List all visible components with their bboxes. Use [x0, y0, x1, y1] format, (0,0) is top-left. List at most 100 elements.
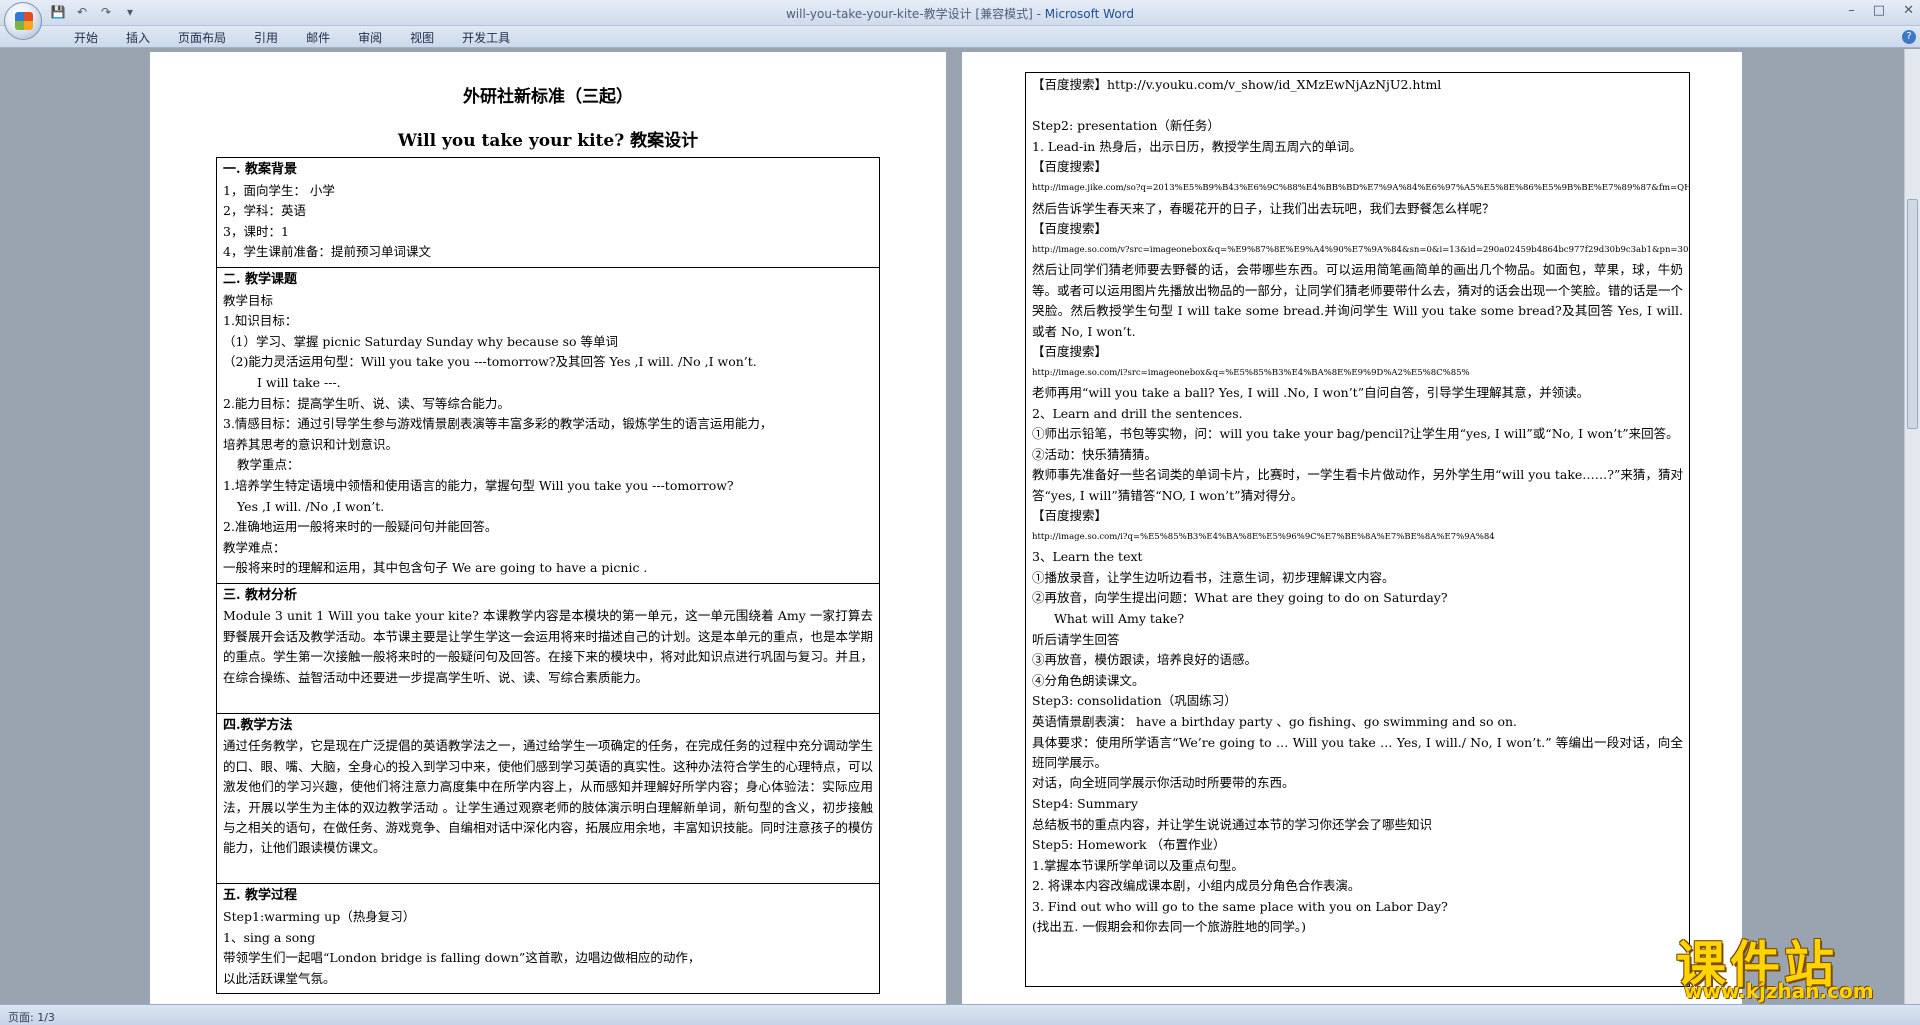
ribbon-tab[interactable]: 页面布局	[164, 29, 240, 46]
section-heading: 二. 教学课题	[223, 271, 298, 287]
text-line: 【百度搜索】http://v.youku.com/v_show/id_XMzEw…	[1032, 77, 1442, 92]
vertical-scrollbar[interactable]	[1904, 49, 1920, 1004]
ribbon-tab[interactable]: 插入	[112, 29, 164, 46]
text-line: ②活动：快乐猜猜猜。	[1032, 446, 1158, 462]
office-logo-icon	[15, 12, 33, 30]
paragraph: 通过任务教学，它是现在广泛提倡的英语教学法之一，通过给学生一项确定的任务，在完成…	[223, 738, 874, 856]
text-line: 【百度搜索】	[1032, 159, 1108, 175]
section-topic: 二. 教学课题 教学目标 1.知识目标： （1）学习、掌握 picnic Saturd…	[217, 268, 879, 584]
close-button[interactable]: ✕	[1903, 3, 1914, 18]
page-title: 外研社新标准（三起）	[463, 87, 633, 107]
ribbon-tabs: 开始 插入 页面布局 引用 邮件 审阅 视图 开发工具	[0, 26, 1920, 48]
text-line: 1.培养学生特定语境中领悟和使用语言的能力，掌握句型 Will you take…	[223, 477, 734, 493]
section-material-analysis: 三. 教材分析 Module 3 unit 1 Will you take yo…	[217, 584, 879, 714]
ribbon-tab[interactable]: 邮件	[292, 29, 344, 46]
text-line: 然后告诉学生春天来了，春暖花开的日子，让我们出去玩吧，我们去野餐怎么样呢？	[1032, 200, 1495, 216]
ribbon-tab[interactable]: 审阅	[344, 29, 396, 46]
text-line: 4，学生课前准备：提前预习单词课文	[223, 244, 431, 260]
text-line: 2，学科：英语	[223, 203, 306, 219]
page-subtitle: Will you take your kite? 教案设计	[397, 131, 699, 151]
text-line: （1）学习、掌握 picnic Saturday Sunday why beca…	[223, 333, 619, 349]
text-line: 听后请学生回答	[1032, 631, 1120, 647]
document-title: will-you-take-your-kite-教学设计 [兼容模式] -	[785, 7, 1045, 21]
text-line: What will Amy take?	[1054, 610, 1185, 626]
app-name: Microsoft Word	[1044, 7, 1135, 21]
title-bar: 💾 ↶ ↷ ▾ will-you-take-your-kite-教学设计 [兼容…	[0, 0, 1920, 40]
text-line: 以此活跃课堂气氛。	[223, 970, 336, 986]
search-url-line: http://image.jike.com/so?q=2013%E5%B9%B4…	[1032, 182, 1689, 193]
section-teaching-process: 五. 教学过程 Step1:warming up（热身复习） 1、sing a so…	[217, 884, 879, 993]
text-line: 带领学生们一起唱“London bridge is falling down”这…	[223, 950, 701, 966]
section-heading: 一. 教案背景	[223, 162, 298, 177]
text-line: Step5: Homework （布置作业）	[1032, 837, 1226, 853]
scrollbar-thumb[interactable]	[1907, 199, 1918, 429]
search-url-line: http://image.so.com/i?src=imageonebox&q=…	[1032, 367, 1470, 378]
window-controls: – □ ✕	[1848, 3, 1914, 18]
text-line: 【百度搜索】	[1032, 343, 1108, 359]
document-page-1: 外研社新标准（三起） Will you take your kite? 教案设计…	[150, 52, 946, 1004]
text-line: 一般将来时的理解和运用，其中包含句子 We are going to have …	[223, 560, 648, 576]
section-heading: 五. 教学过程	[223, 888, 298, 904]
text-line: Yes ,I will. /No ,I won’t.	[237, 498, 385, 514]
text-line: 2、Learn and drill the sentences.	[1032, 405, 1243, 421]
text-line: 2.能力目标：提高学生听、说、读、写等综合能力。	[223, 395, 510, 411]
text-line: 3，课时：1	[223, 223, 289, 239]
lesson-table-continued: 【百度搜索】http://v.youku.com/v_show/id_XMzEw…	[1025, 72, 1690, 987]
text-line: 3.情感目标：通过引导学生参与游戏情景剧表演等丰富多彩的教学活动，锻炼学生的语言…	[223, 416, 773, 432]
text-line: Step4: Summary	[1032, 795, 1138, 811]
ribbon-tab[interactable]: 视图	[396, 29, 448, 46]
text-line: 英语情景剧表演： have a birthday party 、go fishi…	[1032, 713, 1517, 729]
empty-line	[223, 688, 873, 709]
watermark-logo: 课件站 www.kjzhan.com	[1670, 925, 1920, 1005]
section-heading: 三. 教材分析	[223, 587, 298, 603]
section-background: 一. 教案背景 1，面向学生： 小学 2，学科：英语 3，课时：1 4，学生课前准备：提…	[217, 158, 879, 268]
text-line: ②再放音，向学生提出问题：What are they going to do o…	[1032, 590, 1448, 606]
text-line: 1. Lead-in 热身后，出示日历，教授学生周五周六的单词。	[1032, 138, 1362, 154]
section-teaching-method: 四.教学方法 通过任务教学，它是现在广泛提倡的英语教学法之一，通过给学生一项确定…	[217, 714, 879, 885]
empty-line	[223, 859, 873, 880]
maximize-button[interactable]: □	[1873, 3, 1885, 18]
text-line: 然后让同学们猜老师要去野餐的话，会带哪些东西。可以运用简笔画简单的画出几个物品。…	[1032, 262, 1683, 339]
text-line: 培养其思考的意识和计划意识。	[223, 436, 399, 452]
text-line: ③再放音，模仿跟读，培养良好的语感。	[1032, 652, 1258, 668]
search-url-line: http://image.so.com/v?src=imageonebox&q=…	[1032, 244, 1690, 255]
text-line: Step2: presentation（新任务）	[1032, 118, 1220, 134]
search-url-line: http://image.so.com/i?q=%E5%85%B3%E4%BA%…	[1032, 531, 1495, 542]
text-line: 老师再用“will you take a ball? Yes, I will .…	[1032, 385, 1590, 401]
text-line: I will take ---.	[257, 374, 341, 390]
ribbon-tab[interactable]: 引用	[240, 29, 292, 46]
window-title: will-you-take-your-kite-教学设计 [兼容模式] - Mi…	[0, 5, 1920, 22]
text-line: 3、Learn the text	[1032, 549, 1143, 565]
text-line: 教师事先准备好一些名词类的单词卡片，比赛时，一学生看卡片做动作，另外学生用“wi…	[1032, 467, 1683, 503]
text-line	[1032, 96, 1683, 117]
help-icon[interactable]: ?	[1902, 30, 1916, 44]
text-line: 对话，向全班同学展示你活动时所要带的东西。	[1032, 775, 1295, 791]
text-line: 具体要求：使用所学语言“We’re going to … Will you ta…	[1032, 734, 1683, 770]
text-line: ①师出示铅笔，书包等实物，问：will you take your bag/pe…	[1032, 426, 1679, 442]
page-count[interactable]: 页面: 1/3	[8, 1009, 55, 1025]
office-button[interactable]	[4, 2, 42, 40]
status-bar: 页面: 1/3	[0, 1004, 1920, 1025]
text-line: 2.准确地运用一般将来时的一般疑问句并能回答。	[223, 519, 498, 535]
text-line: 总结板书的重点内容，并让学生说说通过本节的学习你还学会了哪些知识	[1032, 816, 1433, 832]
text-line: 教学重点：	[237, 457, 300, 473]
text-line: Step1:warming up（热身复习）	[223, 908, 416, 924]
paragraph: Module 3 unit 1 Will you take your kite?…	[223, 608, 874, 685]
section-heading: 四.教学方法	[223, 717, 293, 733]
text-line: 1、sing a song	[223, 929, 316, 945]
ribbon-tab[interactable]: 开始	[60, 29, 112, 46]
text-line: 教学难点：	[223, 539, 286, 555]
text-line: 1，面向学生： 小学	[223, 182, 335, 198]
document-page-2: 【百度搜索】http://v.youku.com/v_show/id_XMzEw…	[962, 52, 1742, 1004]
text-line: （2)能力灵活运用句型：Will you take you ---tomorro…	[223, 354, 757, 370]
watermark-url: www.kjzhan.com	[1684, 979, 1874, 1003]
text-line: ④分角色朗读课文。	[1032, 672, 1145, 688]
text-line: 【百度搜索】	[1032, 507, 1108, 523]
minimize-button[interactable]: –	[1848, 3, 1855, 18]
text-line: 2. 将课本内容改编成课本剧，小组内成员分角色合作表演。	[1032, 878, 1361, 894]
text-line: 3. Find out who will go to the same plac…	[1032, 898, 1448, 914]
text-line: 1.知识目标：	[223, 313, 298, 329]
ribbon-tab[interactable]: 开发工具	[448, 29, 524, 46]
text-line: 【百度搜索】	[1032, 221, 1108, 237]
lesson-table: 一. 教案背景 1，面向学生： 小学 2，学科：英语 3，课时：1 4，学生课前准备：提…	[216, 157, 880, 995]
